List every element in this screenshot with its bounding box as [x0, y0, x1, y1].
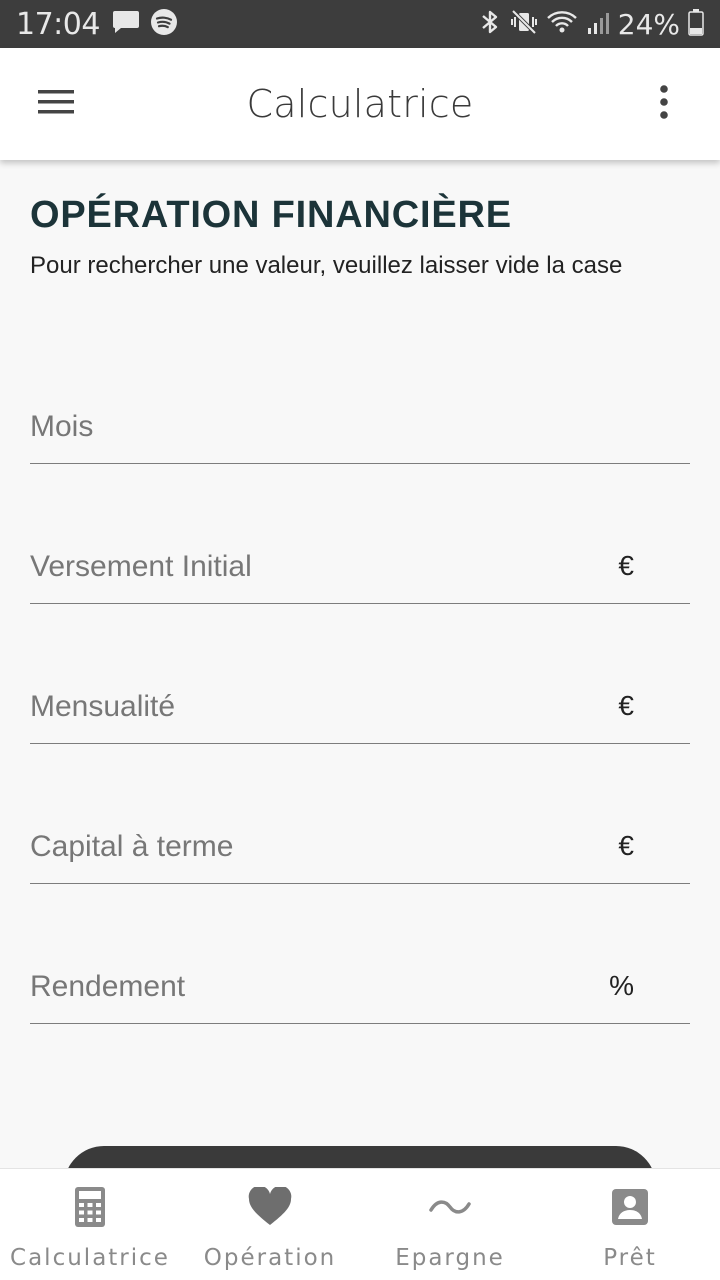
app-title: Calculatrice: [246, 82, 474, 126]
months-field-label: Mois: [30, 410, 94, 443]
final-capital-field-label: Capital à terme: [30, 830, 234, 863]
bottom-navigation: Calculatrice Opération Epargne Prêt: [0, 1168, 720, 1280]
monthly-payment-field[interactable]: Mensualité €: [30, 680, 690, 744]
heart-icon: [246, 1183, 294, 1231]
signal-icon: [586, 8, 610, 41]
initial-deposit-currency-suffix: €: [618, 550, 634, 581]
final-capital-currency-suffix: €: [618, 830, 634, 861]
message-icon: [112, 9, 140, 40]
tilde-icon: [426, 1183, 474, 1231]
months-field[interactable]: Mois: [30, 400, 690, 464]
battery-percent: 24%: [617, 7, 680, 41]
nav-label-operation: Opération: [203, 1245, 337, 1271]
battery-icon: [688, 8, 704, 41]
yield-field[interactable]: Rendement %: [30, 960, 690, 1024]
nav-item-pret[interactable]: Prêt: [540, 1169, 720, 1280]
more-vert-icon: [659, 84, 669, 124]
nav-item-calculatrice[interactable]: Calculatrice: [0, 1169, 180, 1280]
nav-label-epargne: Epargne: [395, 1245, 505, 1271]
yield-field-label: Rendement: [30, 970, 186, 1003]
notification-icons: [112, 8, 178, 41]
monthly-payment-currency-suffix: €: [618, 690, 634, 721]
calculate-button[interactable]: [64, 1146, 656, 1168]
status-time: 17:04: [16, 6, 100, 42]
nav-item-operation[interactable]: Opération: [180, 1169, 360, 1280]
initial-deposit-field[interactable]: Versement Initial €: [30, 540, 690, 604]
spotify-icon: [150, 8, 178, 41]
system-icons: 24%: [478, 8, 704, 41]
nav-item-epargne[interactable]: Epargne: [360, 1169, 540, 1280]
account-box-icon: [606, 1183, 654, 1231]
vibrate-icon: [510, 8, 538, 41]
page-title: OPÉRATION FINANCIÈRE: [30, 194, 512, 236]
hamburger-menu-icon: [38, 89, 74, 120]
main-content: OPÉRATION FINANCIÈRE Pour rechercher une…: [0, 160, 720, 1168]
menu-button[interactable]: [24, 76, 88, 132]
app-bar: Calculatrice: [0, 48, 720, 160]
final-capital-field[interactable]: Capital à terme €: [30, 820, 690, 884]
calculator-icon: [66, 1183, 114, 1231]
nav-label-calculatrice: Calculatrice: [10, 1245, 170, 1271]
nav-label-pret: Prêt: [603, 1245, 657, 1271]
monthly-payment-field-label: Mensualité: [30, 690, 176, 723]
initial-deposit-field-label: Versement Initial: [30, 550, 252, 583]
wifi-icon: [546, 8, 578, 41]
status-bar: 17:04 24%: [0, 0, 720, 48]
bluetooth-icon: [478, 8, 502, 41]
more-options-button[interactable]: [636, 76, 692, 132]
yield-percent-suffix: %: [609, 970, 634, 1001]
page-subtitle: Pour rechercher une valeur, veuillez lai…: [30, 252, 623, 279]
